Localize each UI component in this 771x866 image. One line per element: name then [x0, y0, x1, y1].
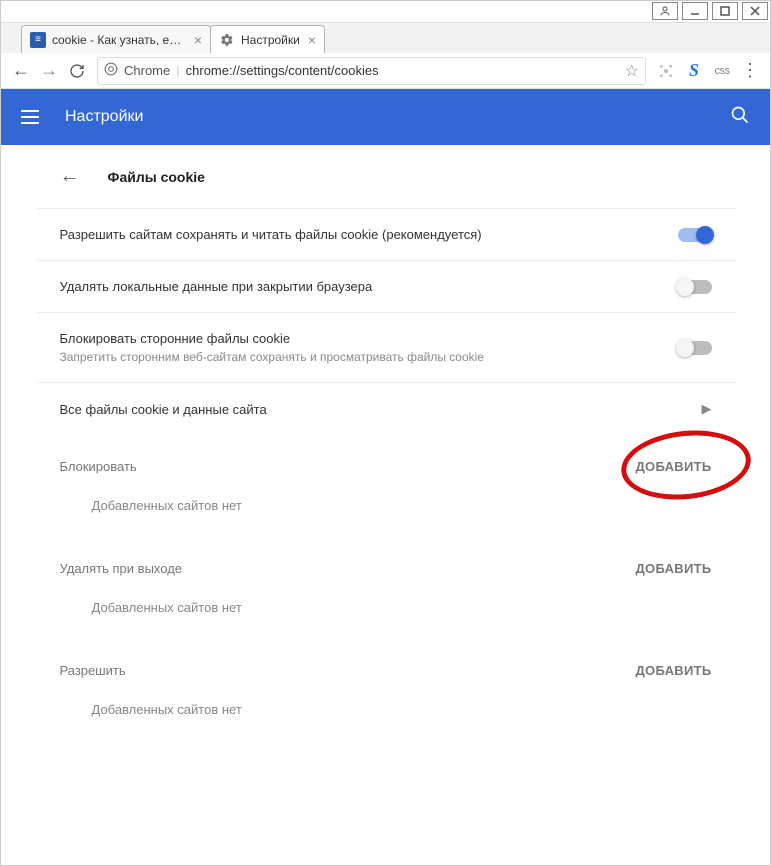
tabs-bar: ≡ cookie - Как узнать, есть × Настройки … [1, 23, 770, 53]
user-icon[interactable] [652, 2, 678, 20]
section-title: Файлы cookie [108, 169, 205, 185]
setting-label: Блокировать сторонние файлы cookie [60, 331, 678, 346]
tab-settings[interactable]: Настройки × [210, 25, 325, 53]
extension-css-icon[interactable]: css [710, 59, 734, 83]
setting-block-third-party[interactable]: Блокировать сторонние файлы cookie Запре… [36, 312, 736, 382]
setting-label: Все файлы cookie и данные сайта [60, 402, 702, 417]
address-field[interactable]: Chrome | chrome://settings/content/cooki… [97, 57, 646, 85]
forward-button[interactable]: → [35, 57, 63, 85]
empty-text: Добавленных сайтов нет [36, 482, 736, 537]
tab-title: Настройки [241, 33, 300, 47]
toggle-off[interactable] [678, 280, 712, 294]
setting-all-cookie-data[interactable]: Все файлы cookie и данные сайта ▶ [36, 382, 736, 435]
stackoverflow-icon: ≡ [30, 32, 46, 48]
setting-sublabel: Запретить сторонним веб-сайтам сохранять… [60, 350, 678, 364]
group-label: Разрешить [60, 663, 126, 678]
group-block: Блокировать ДОБАВИТЬ [36, 435, 736, 482]
add-delete-button[interactable]: ДОБАВИТЬ [635, 561, 711, 576]
section-header: ← Файлы cookie [36, 145, 736, 208]
gear-icon [219, 32, 235, 48]
maximize-icon[interactable] [712, 2, 738, 20]
address-label: Chrome [124, 63, 170, 78]
group-allow: Разрешить ДОБАВИТЬ [36, 639, 736, 686]
minimize-icon[interactable] [682, 2, 708, 20]
group-label: Блокировать [60, 459, 137, 474]
add-allow-button[interactable]: ДОБАВИТЬ [635, 663, 711, 678]
search-icon[interactable] [730, 105, 750, 130]
add-block-button[interactable]: ДОБАВИТЬ [635, 459, 711, 474]
page-title: Настройки [65, 108, 143, 126]
address-bar: ← → Chrome | chrome://settings/content/c… [1, 53, 770, 89]
chrome-menu-icon[interactable]: ⋮ [738, 59, 762, 83]
empty-text: Добавленных сайтов нет [36, 584, 736, 639]
back-arrow-icon[interactable]: ← [60, 165, 80, 188]
chevron-right-icon: ▶ [702, 401, 712, 417]
hamburger-icon[interactable] [21, 105, 45, 129]
reload-button[interactable] [63, 57, 91, 85]
star-icon[interactable]: ☆ [625, 61, 639, 81]
setting-delete-on-exit[interactable]: Удалять локальные данные при закрытии бр… [36, 260, 736, 312]
setting-label: Удалять локальные данные при закрытии бр… [60, 279, 678, 294]
chrome-icon [104, 62, 118, 79]
group-label: Удалять при выходе [60, 561, 183, 576]
tab-close-icon[interactable]: × [308, 32, 316, 48]
toggle-off[interactable] [678, 341, 712, 355]
close-icon[interactable] [742, 2, 768, 20]
page-header: Настройки [1, 89, 770, 145]
extension-s-icon[interactable]: S [682, 59, 706, 83]
tab-title: cookie - Как узнать, есть [52, 33, 186, 47]
tab-cookie[interactable]: ≡ cookie - Как узнать, есть × [21, 25, 211, 53]
empty-text: Добавленных сайтов нет [36, 686, 736, 741]
setting-allow-cookies[interactable]: Разрешить сайтам сохранять и читать файл… [36, 208, 736, 260]
address-url: chrome://settings/content/cookies [186, 63, 379, 78]
window-controls [1, 1, 770, 23]
setting-label: Разрешить сайтам сохранять и читать файл… [60, 227, 678, 242]
tab-close-icon[interactable]: × [194, 32, 202, 48]
extension-icon[interactable] [654, 59, 678, 83]
back-button[interactable]: ← [7, 57, 35, 85]
toggle-on[interactable] [678, 228, 712, 242]
group-delete-on-exit: Удалять при выходе ДОБАВИТЬ [36, 537, 736, 584]
